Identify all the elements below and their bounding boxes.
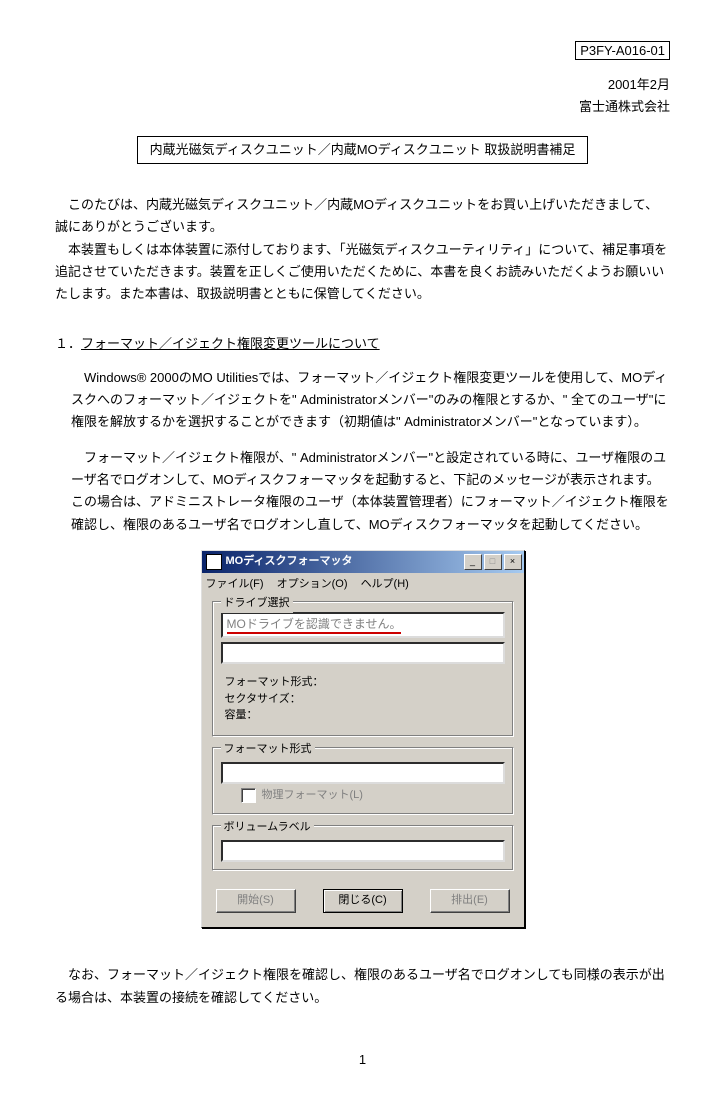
drive-message-field: MOドライブを認識できません。 <box>221 612 505 638</box>
app-icon <box>206 554 222 570</box>
label-format-type: フォーマット形式： <box>225 674 505 691</box>
section-1-heading: １．フォーマット／イジェクト権限変更ツールについて <box>55 333 670 355</box>
page-number: 1 <box>55 1049 670 1071</box>
start-button: 開始(S) <box>216 889 296 913</box>
intro-p2: 本装置もしくは本体装置に添付しております、「光磁気ディスクユーティリティ」につい… <box>55 239 670 305</box>
menu-file[interactable]: ファイル(F) <box>206 578 264 590</box>
intro-block: このたびは、内蔵光磁気ディスクユニット／内蔵MOディスクユニットをお買い上げいた… <box>55 194 670 304</box>
drive-info-labels: フォーマット形式： セクタサイズ： 容量： <box>225 674 505 724</box>
volume-label-field[interactable] <box>221 840 505 862</box>
company: 富士通株式会社 <box>55 96 670 118</box>
group-format-type: フォーマット形式 物理フォーマット(L) <box>212 747 514 816</box>
label-sector-size: セクタサイズ： <box>225 691 505 708</box>
legend-format: フォーマット形式 <box>221 740 315 759</box>
close-dialog-button[interactable]: 閉じる(C) <box>323 889 403 913</box>
menu-help[interactable]: ヘルプ(H) <box>361 578 409 590</box>
physical-format-label: 物理フォーマット(L) <box>262 786 363 805</box>
maximize-button: □ <box>484 554 502 570</box>
legend-volume: ボリュームラベル <box>221 818 314 837</box>
intro-p1: このたびは、内蔵光磁気ディスクユニット／内蔵MOディスクユニットをお買い上げいた… <box>55 194 670 238</box>
close-button[interactable]: × <box>504 554 522 570</box>
group-drive-select: ドライブ選択 MOドライブを認識できません。 フォーマット形式： セクタサイズ：… <box>212 601 514 737</box>
closing-p1: なお、フォーマット／イジェクト権限を確認し、権限のあるユーザ名でログオンしても同… <box>55 964 670 1008</box>
menu-option[interactable]: オプション(O) <box>277 578 348 590</box>
eject-button: 排出(E) <box>430 889 510 913</box>
mo-formatter-dialog: MOディスクフォーマッタ _ □ × ファイル(F) オプション(O) ヘルプ(… <box>201 550 525 929</box>
document-title: 内蔵光磁気ディスクユニット／内蔵MOディスクユニット 取扱説明書補足 <box>55 136 670 164</box>
drive-empty-field <box>221 642 505 664</box>
window-title: MOディスクフォーマッタ <box>226 552 464 571</box>
legend-drive: ドライブ選択 <box>221 594 293 613</box>
group-volume-label: ボリュームラベル <box>212 825 514 871</box>
checkbox-icon[interactable] <box>241 788 256 803</box>
menubar: ファイル(F) オプション(O) ヘルプ(H) <box>202 573 524 596</box>
section-1-p1: Windows® 2000のMO Utilitiesでは、フォーマット／イジェク… <box>71 367 670 433</box>
format-type-field[interactable] <box>221 762 505 784</box>
titlebar[interactable]: MOディスクフォーマッタ _ □ × <box>202 551 524 573</box>
document-id: P3FY-A016-01 <box>55 40 670 62</box>
minimize-button[interactable]: _ <box>464 554 482 570</box>
physical-format-row[interactable]: 物理フォーマット(L) <box>221 784 505 807</box>
label-capacity: 容量： <box>225 707 505 724</box>
dialog-body: ドライブ選択 MOドライブを認識できません。 フォーマット形式： セクタサイズ：… <box>202 595 524 927</box>
header-right: 2001年2月 富士通株式会社 <box>55 74 670 118</box>
section-1-p2: フォーマット／イジェクト権限が、" Administratorメンバー"と設定さ… <box>71 447 670 535</box>
button-row: 開始(S) 閉じる(C) 排出(E) <box>212 881 514 917</box>
date: 2001年2月 <box>55 74 670 96</box>
closing-block: なお、フォーマット／イジェクト権限を確認し、権限のあるユーザ名でログオンしても同… <box>55 964 670 1008</box>
